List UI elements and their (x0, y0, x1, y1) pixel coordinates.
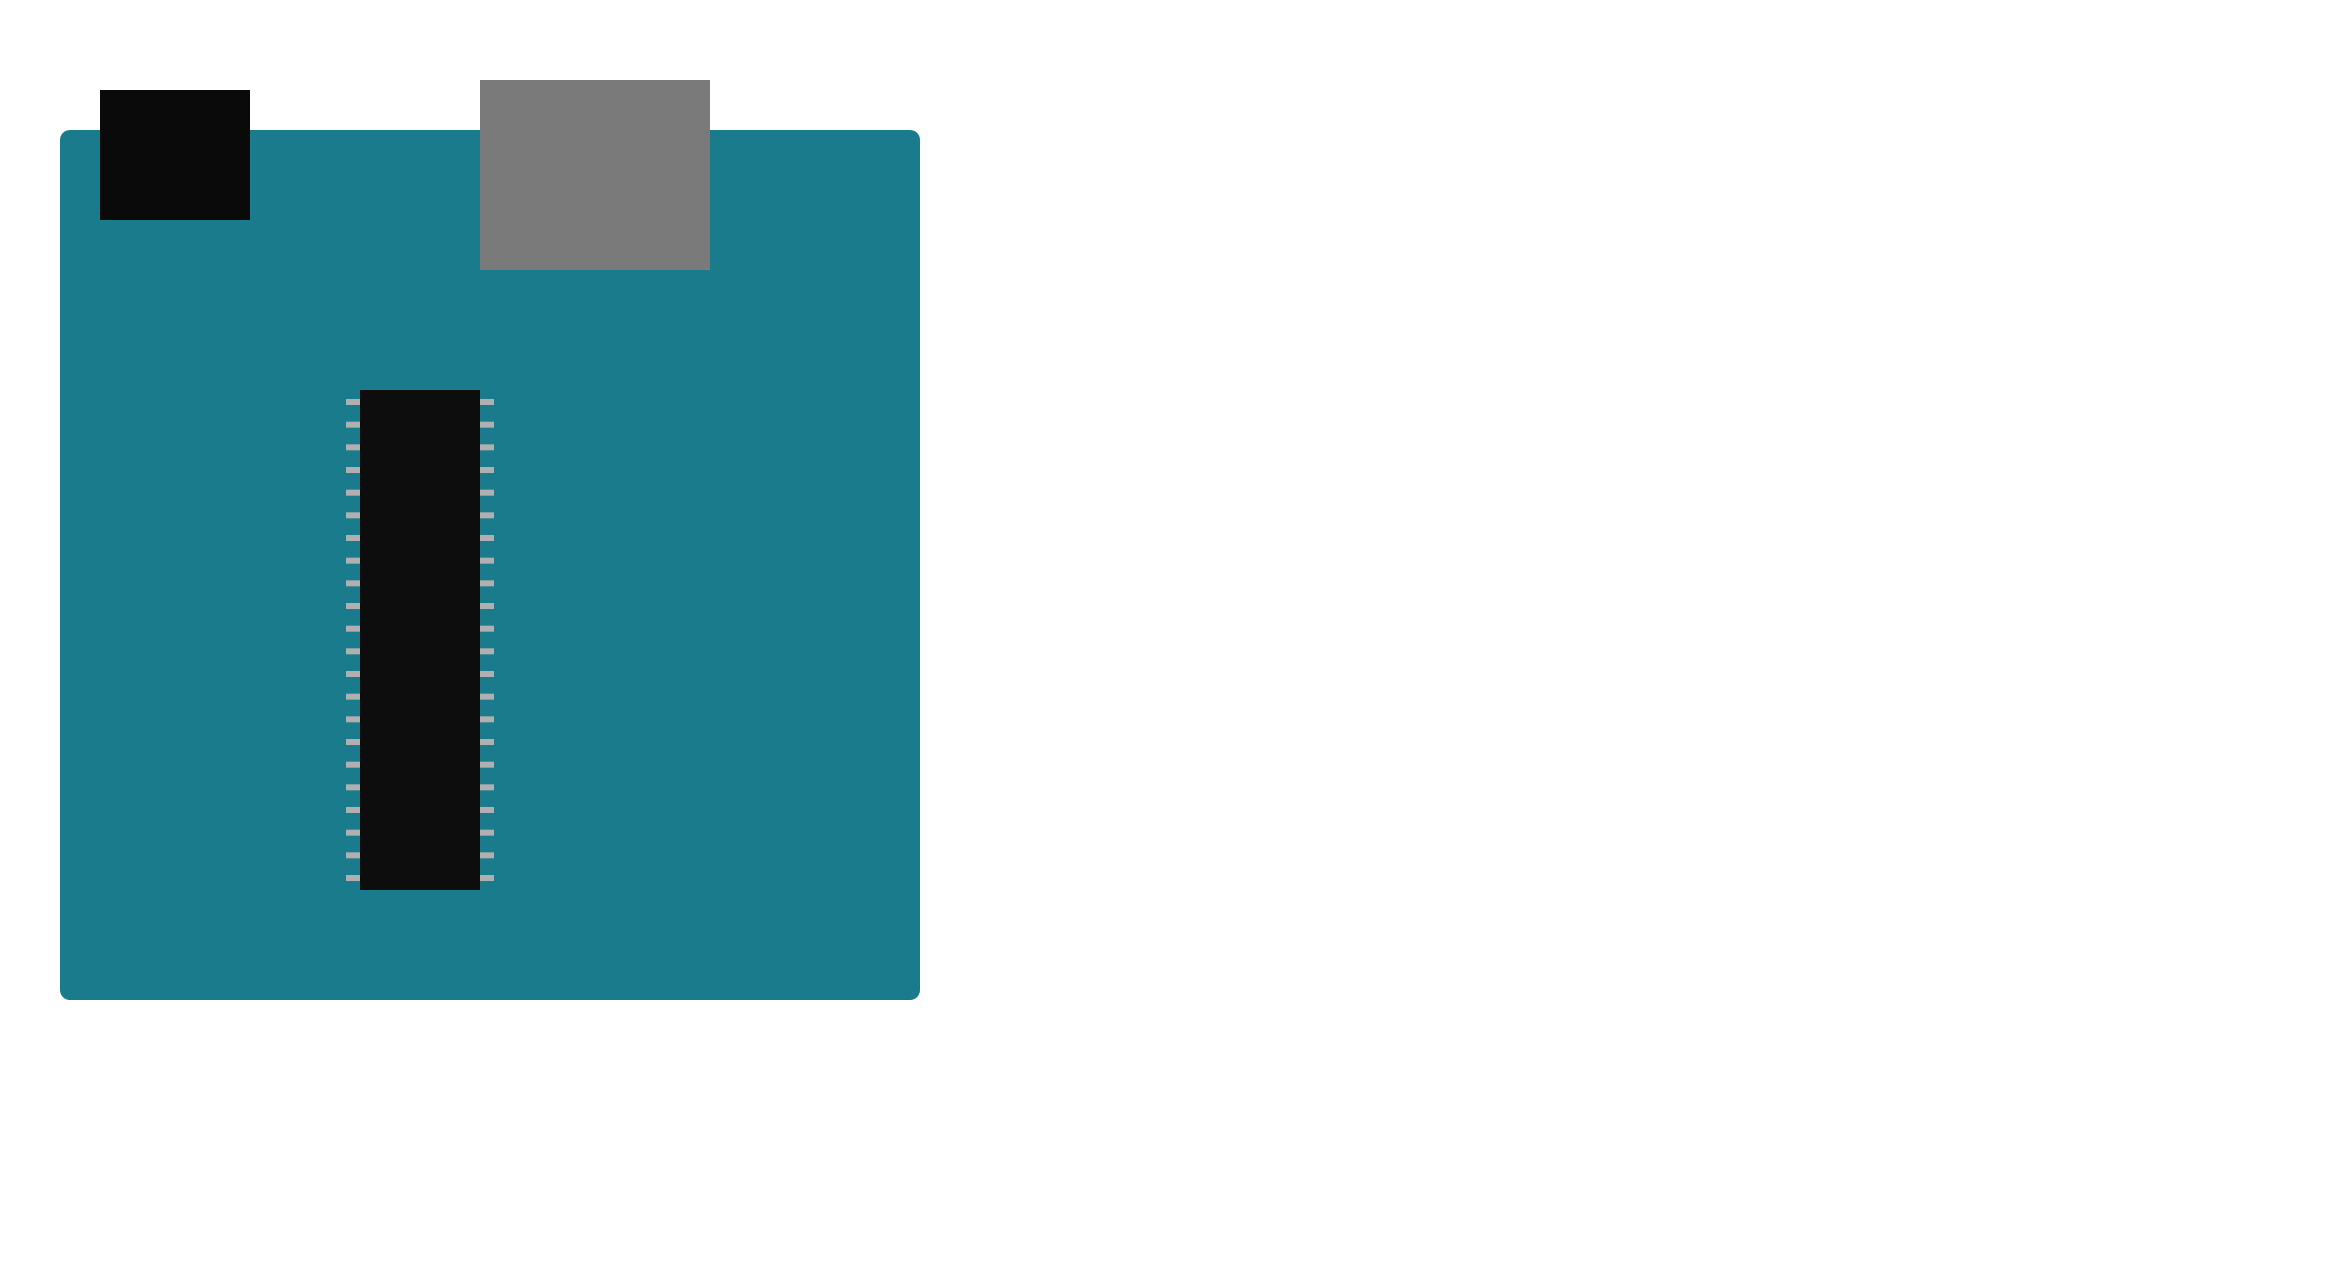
usb-port (480, 80, 710, 270)
power-jack (100, 90, 250, 220)
atmega-chip (360, 390, 480, 890)
diagram-root (0, 0, 2340, 1276)
